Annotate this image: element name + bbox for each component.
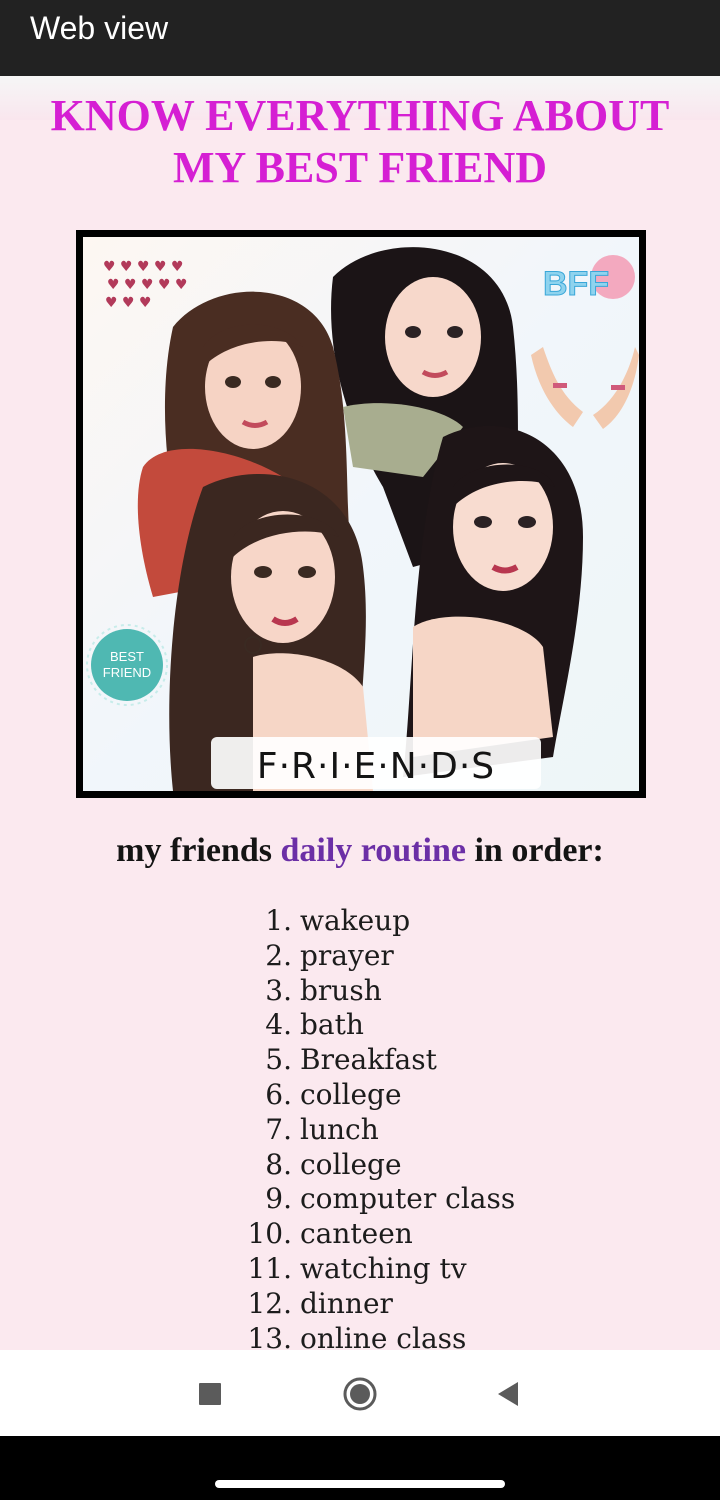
list-item: 6. college — [236, 1078, 676, 1113]
list-item-number: 9. — [265, 1182, 292, 1216]
list-item: 11. watching tv — [236, 1252, 676, 1287]
friends-caption: F·R·I·E·N·D·S — [211, 737, 541, 789]
list-item-number: 11. — [247, 1251, 292, 1285]
list-item-number: 1. — [265, 904, 292, 937]
navigation-bar — [0, 1350, 720, 1436]
headline-line-2: MY BEST FRIEND — [172, 143, 548, 192]
recents-button[interactable] — [180, 1366, 240, 1422]
list-item: 4. bath — [236, 1008, 676, 1043]
bff-badge-text: BFF — [543, 265, 609, 303]
gesture-handle[interactable] — [215, 1480, 505, 1488]
routine-heading-suffix: in order: — [474, 832, 604, 869]
svg-text:♥ ♥ ♥ ♥ ♥: ♥ ♥ ♥ ♥ ♥ — [103, 259, 184, 275]
svg-text:♥ ♥ ♥ ♥ ♥: ♥ ♥ ♥ ♥ ♥ — [107, 277, 188, 293]
square-icon — [199, 1383, 221, 1405]
friends-illustration: ♥ ♥ ♥ ♥ ♥ ♥ ♥ ♥ ♥ ♥ ♥ ♥ ♥ BFF BEST FRIEN… — [76, 230, 646, 798]
list-item-number: 13. — [247, 1321, 292, 1350]
list-item-text: dinner — [300, 1286, 393, 1320]
app-bar: Web view — [0, 0, 720, 76]
list-item-number: 7. — [265, 1112, 292, 1146]
routine-list: 1. wakeup 2. prayer 3. brush 4. bath 5. Break… — [236, 904, 676, 1350]
list-item: 7. lunch — [236, 1113, 676, 1148]
list-item-text: lunch — [300, 1112, 379, 1146]
gesture-area — [0, 1436, 720, 1500]
list-item: 8. college — [236, 1148, 676, 1183]
list-item: 12. dinner — [236, 1287, 676, 1322]
svg-text:♥ ♥ ♥: ♥ ♥ ♥ — [105, 295, 152, 311]
list-item: 13. online class — [236, 1322, 676, 1350]
list-item-text: prayer — [300, 938, 394, 972]
list-item-number: 3. — [265, 973, 292, 1007]
circle-icon — [343, 1377, 377, 1411]
list-item-number: 12. — [247, 1286, 292, 1320]
friends-caption-text: F·R·I·E·N·D·S — [257, 746, 495, 787]
list-item-text: brush — [300, 973, 382, 1007]
list-item-text: college — [300, 1077, 402, 1111]
list-item-text: Breakfast — [300, 1043, 437, 1077]
list-item-text: watching tv — [300, 1251, 467, 1285]
list-item-text: computer class — [300, 1182, 516, 1216]
best-friend-line-1: BEST — [110, 649, 144, 664]
routine-heading-prefix: my friends — [116, 832, 272, 869]
triangle-left-icon — [498, 1382, 518, 1406]
list-item-number: 10. — [247, 1217, 292, 1251]
list-item-number: 5. — [265, 1043, 292, 1077]
routine-heading: my friends daily routine in order: — [0, 832, 720, 870]
list-item: 9. computer class — [236, 1182, 676, 1217]
list-item-text: bath — [300, 1008, 364, 1042]
list-item: 3. brush — [236, 974, 676, 1009]
web-content[interactable]: KNOW EVERYTHING ABOUT MY BEST FRIEND ♥ ♥… — [0, 76, 720, 1350]
list-item-text: college — [300, 1147, 402, 1181]
back-button[interactable] — [478, 1366, 538, 1422]
list-item-text: canteen — [300, 1217, 413, 1251]
list-item-number: 8. — [265, 1147, 292, 1181]
list-item-text: wakeup — [300, 904, 411, 937]
list-item-number: 6. — [265, 1077, 292, 1111]
list-item-number: 4. — [265, 1008, 292, 1042]
list-item: 5. Breakfast — [236, 1043, 676, 1078]
list-item-text: online class — [300, 1321, 467, 1350]
app-title: Web view — [30, 10, 169, 46]
headline-line-1: KNOW EVERYTHING ABOUT — [50, 91, 670, 140]
list-item-number: 2. — [265, 938, 292, 972]
home-button[interactable] — [330, 1366, 390, 1422]
page-headline: KNOW EVERYTHING ABOUT MY BEST FRIEND — [0, 90, 720, 194]
list-item: 2. prayer — [236, 939, 676, 974]
routine-heading-accent: daily routine — [280, 832, 466, 869]
list-item: 1. wakeup — [236, 904, 676, 939]
best-friend-line-2: FRIEND — [103, 665, 151, 680]
list-item: 10. canteen — [236, 1217, 676, 1252]
